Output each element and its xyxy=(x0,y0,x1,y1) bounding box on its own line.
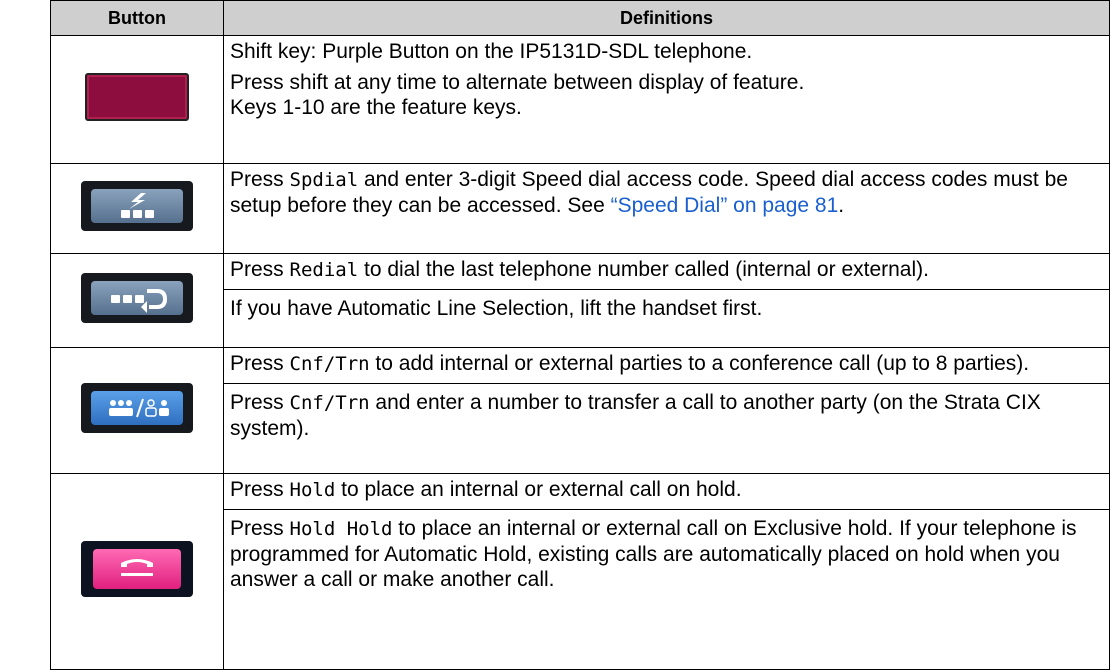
key-label: Cnf/Trn xyxy=(289,353,370,375)
button-definitions-table: Button Definitions Shift key: Purple But… xyxy=(50,0,1110,670)
button-cell xyxy=(50,35,224,164)
definition-cell: Shift key: Purple Button on the IP5131D-… xyxy=(223,35,1110,164)
key-label: Redial xyxy=(289,259,359,281)
definition-text: Press xyxy=(230,168,290,191)
table-header-row: Button Definitions xyxy=(50,0,1110,36)
table-row: Press Cnf/Trn to add internal or externa… xyxy=(50,347,1110,474)
definition-cell: Press Cnf/Trn to add internal or externa… xyxy=(223,347,1110,474)
button-cell xyxy=(50,347,224,474)
table-row: Press Spdial and enter 3-digit Speed dia… xyxy=(50,163,1110,254)
definition-text: Press Hold Hold to place an internal or … xyxy=(230,516,1101,592)
speed-dial-icon xyxy=(81,181,193,231)
definition-cell: Press Hold to place an internal or exter… xyxy=(223,473,1110,670)
definition-text: Press xyxy=(230,352,290,375)
definition-text: Press xyxy=(230,478,290,501)
hold-icon xyxy=(81,541,193,597)
key-label: Hold xyxy=(289,479,336,501)
definition-cell: Press Spdial and enter 3-digit Speed dia… xyxy=(223,163,1110,254)
definition-text: Press shift at any time to alternate bet… xyxy=(230,70,1101,120)
definition-text: Keys 1-10 are the feature keys. xyxy=(230,96,522,119)
definition-text: Press xyxy=(230,391,290,414)
definition-text: to dial the last telephone number called… xyxy=(358,258,929,281)
definition-text: to add internal or external parties to a… xyxy=(369,352,1030,375)
redial-icon xyxy=(81,273,193,323)
definition-text: Press xyxy=(230,517,290,540)
key-label: Cnf/Trn xyxy=(289,392,370,414)
definition-text: Press shift at any time to alternate bet… xyxy=(230,71,805,94)
shift-key-purple-icon xyxy=(85,73,189,121)
conference-transfer-icon xyxy=(81,383,193,433)
header-button: Button xyxy=(50,0,224,36)
button-cell xyxy=(50,163,224,254)
definition-text: Press Cnf/Trn and enter a number to tran… xyxy=(230,390,1101,441)
definition-text: Press Cnf/Trn to add internal or externa… xyxy=(230,351,1101,377)
divider xyxy=(224,509,1109,510)
definition-cell: Press Redial to dial the last telephone … xyxy=(223,253,1110,348)
speed-dial-link[interactable]: “Speed Dial” on page 81 xyxy=(611,194,839,217)
definition-text: Press xyxy=(230,258,290,281)
key-label: Spdial xyxy=(289,169,359,191)
table-row: Press Hold to place an internal or exter… xyxy=(50,473,1110,670)
definition-text: If you have Automatic Line Selection, li… xyxy=(230,297,763,320)
definition-text: to place an internal or external call on… xyxy=(335,478,742,501)
button-cell xyxy=(50,253,224,348)
definition-text: Press Spdial and enter 3-digit Speed dia… xyxy=(230,167,1101,218)
button-cell xyxy=(50,473,224,670)
definition-text: Shift key: Purple Button on the IP5131D-… xyxy=(230,40,753,63)
header-definitions: Definitions xyxy=(223,0,1110,36)
key-label: Hold Hold xyxy=(289,518,393,540)
definition-text: . xyxy=(838,194,845,217)
divider xyxy=(224,383,1109,384)
table-row: Shift key: Purple Button on the IP5131D-… xyxy=(50,35,1110,164)
definition-text: Press Hold to place an internal or exter… xyxy=(230,477,1101,503)
definition-text: Press Redial to dial the last telephone … xyxy=(230,257,1101,283)
divider xyxy=(224,289,1109,290)
table-row: Press Redial to dial the last telephone … xyxy=(50,253,1110,348)
